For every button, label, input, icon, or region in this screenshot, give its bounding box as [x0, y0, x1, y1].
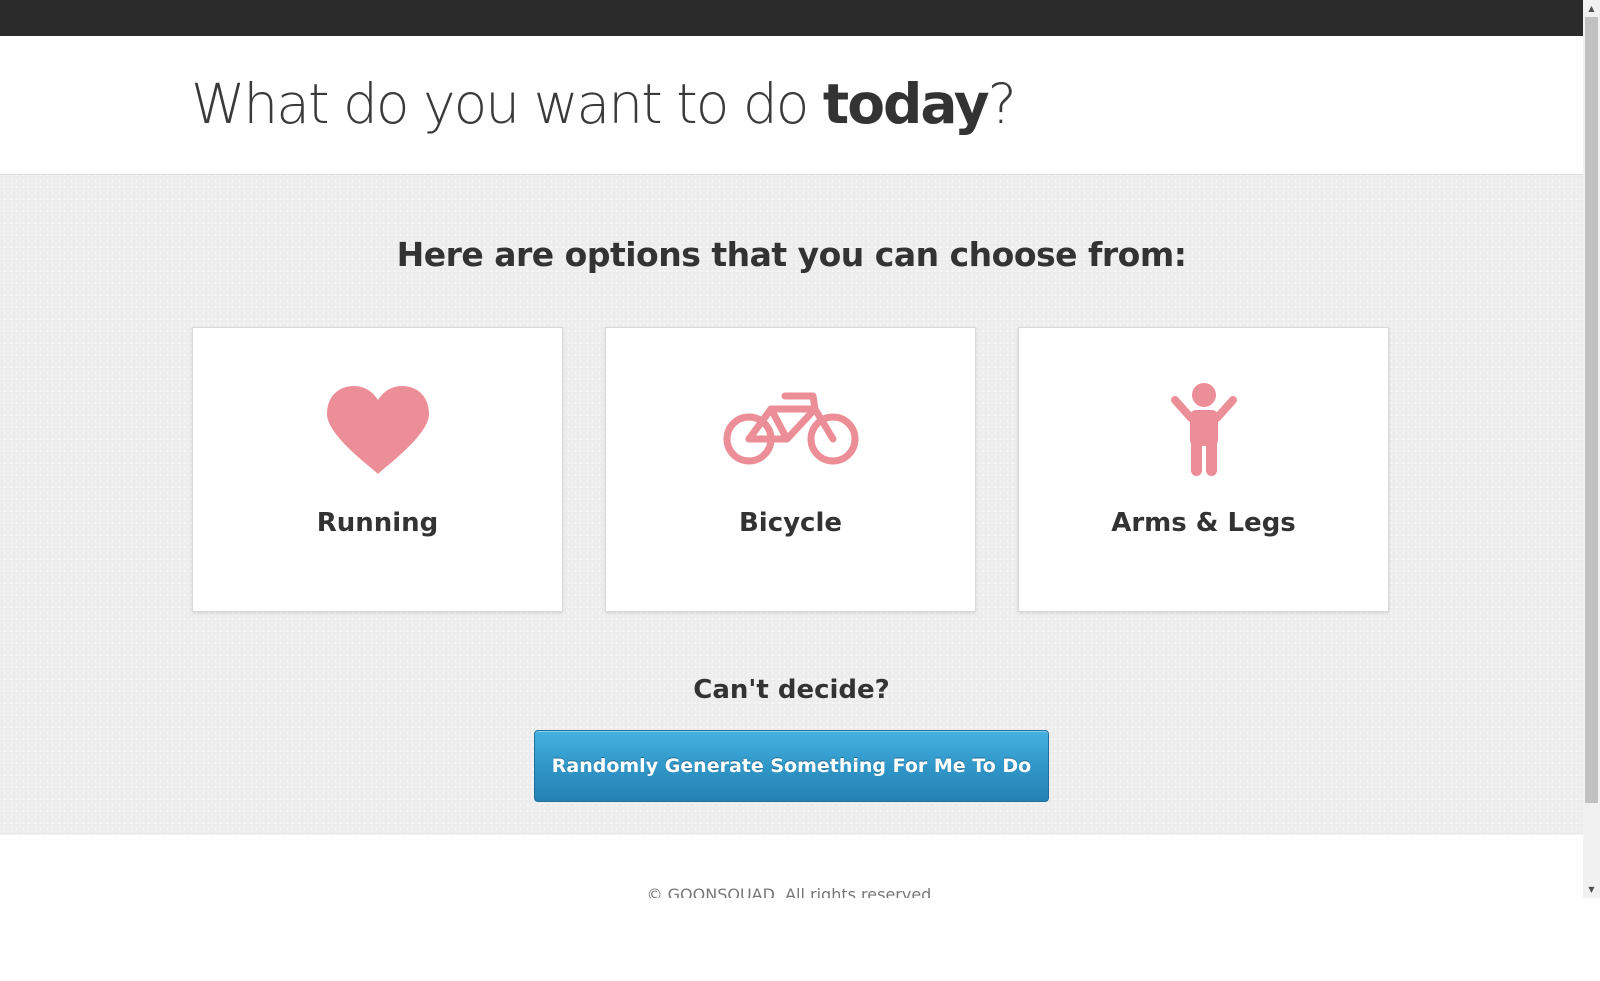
- option-card-bicycle[interactable]: Bicycle: [605, 327, 976, 612]
- scroll-up-arrow-icon[interactable]: ▲: [1583, 0, 1600, 17]
- option-label-arms-legs: Arms & Legs: [1111, 508, 1296, 538]
- page-title-prefix: What do you want to do: [191, 72, 823, 136]
- option-card-running[interactable]: Running: [192, 327, 563, 612]
- header: What do you want to do today?: [0, 36, 1583, 175]
- options-heading: Here are options that you can choose fro…: [396, 235, 1187, 274]
- scrollbar-thumb[interactable]: [1585, 17, 1598, 803]
- random-generate-button[interactable]: Randomly Generate Something For Me To Do: [534, 730, 1049, 802]
- heart-icon: [193, 380, 562, 480]
- cant-decide-text: Can't decide?: [693, 675, 890, 705]
- page-title: What do you want to do today?: [191, 72, 1017, 136]
- copyright-text: © GOONSQUAD. All rights reserved.: [646, 885, 937, 898]
- person-icon: [1019, 380, 1388, 480]
- page-title-suffix: ?: [987, 72, 1017, 136]
- scroll-down-arrow-icon[interactable]: ▼: [1583, 881, 1600, 898]
- blank-area: [0, 898, 1600, 981]
- option-label-bicycle: Bicycle: [738, 508, 843, 538]
- option-card-arms-legs[interactable]: Arms & Legs: [1018, 327, 1389, 612]
- top-bar: [0, 0, 1583, 36]
- page-title-emphasis: today: [822, 72, 990, 136]
- option-label-running: Running: [316, 508, 439, 538]
- bicycle-icon: [606, 380, 975, 480]
- options-section: Here are options that you can choose fro…: [0, 175, 1583, 835]
- page: What do you want to do today? Here are o…: [0, 0, 1583, 898]
- vertical-scrollbar[interactable]: ▲ ▼: [1583, 0, 1600, 898]
- footer: © GOONSQUAD. All rights reserved.: [0, 835, 1583, 898]
